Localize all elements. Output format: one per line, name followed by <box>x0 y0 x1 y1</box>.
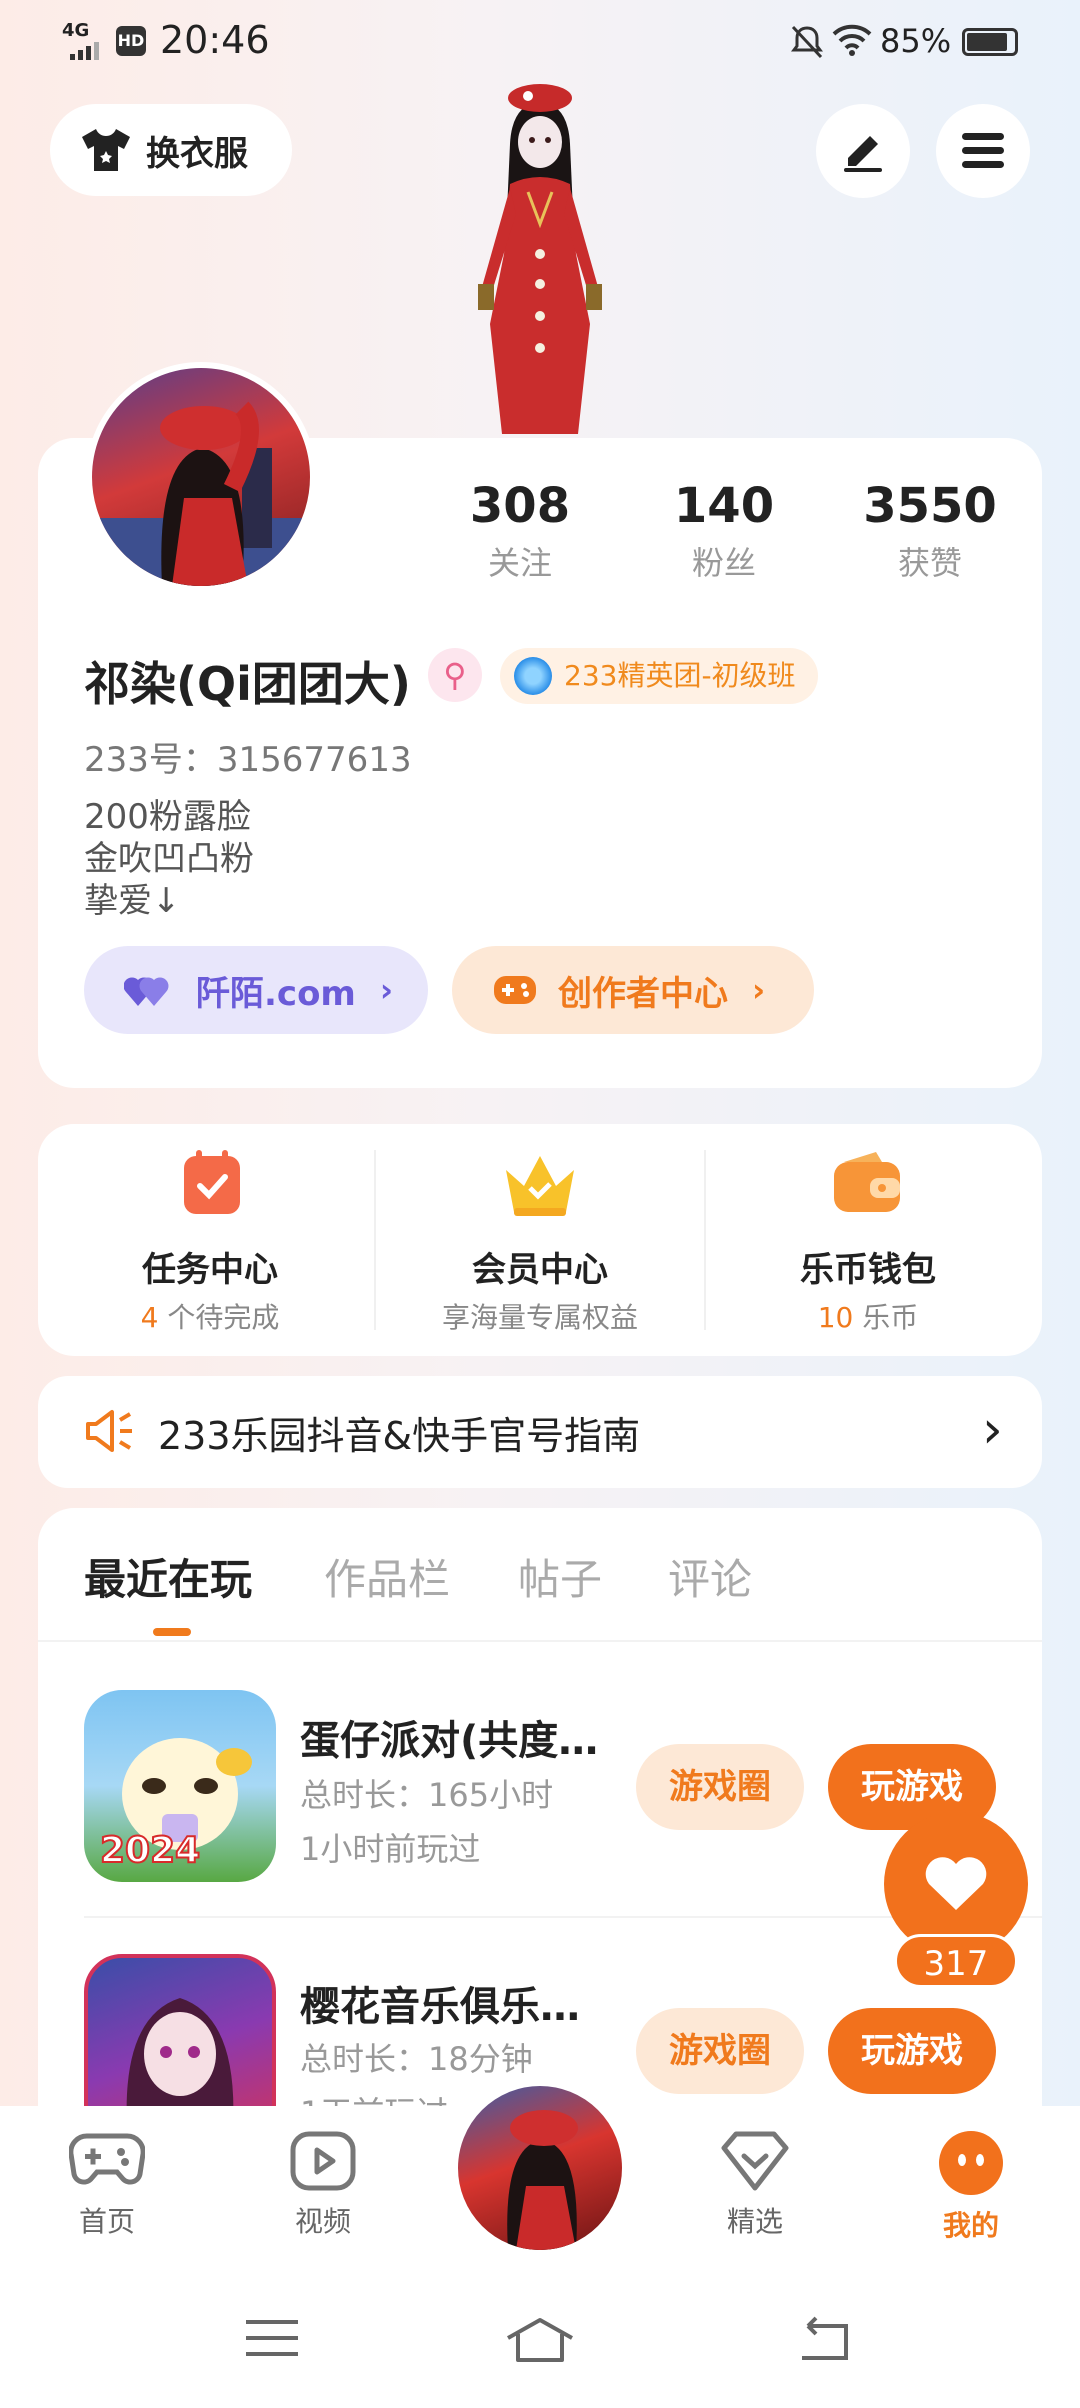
tab-indicator <box>153 1628 191 1636</box>
heart-icon <box>925 1857 987 1910</box>
task-sub-label: 个待完成 <box>167 1301 280 1334</box>
calendar-check-icon <box>184 1150 240 1214</box>
clock: 20:46 <box>160 18 270 62</box>
system-home-icon[interactable] <box>504 2316 576 2364</box>
chevron-right-icon: › <box>982 1400 1003 1460</box>
likes-label: 获赞 <box>897 544 962 582</box>
vip-center-sub: 享海量专属权益 <box>441 1301 638 1334</box>
vip-center-title: 会员中心 <box>472 1250 608 1290</box>
status-bar: 4G HD 20:46 85% <box>0 0 1080 84</box>
crown-icon <box>506 1156 574 1216</box>
nav-avatar[interactable] <box>452 2080 628 2256</box>
system-back-icon[interactable] <box>794 2316 850 2364</box>
announcement-bar[interactable]: 233乐园抖音&快手官号指南 › <box>38 1376 1042 1488</box>
nav-featured[interactable]: 精选 <box>680 2130 830 2240</box>
edit-button[interactable] <box>816 104 910 198</box>
battery-icon <box>962 28 1018 56</box>
wallet-icon <box>834 1152 900 1212</box>
user-id: 233号：315677613 <box>84 740 412 780</box>
double-heart-icon <box>124 977 169 1006</box>
qianmo-label: 阡陌.com <box>196 973 356 1014</box>
mute-bell-icon <box>791 25 823 59</box>
gender-female-icon: ⚲ <box>428 648 482 702</box>
nav-home-label: 首页 <box>78 2205 135 2238</box>
nav-profile[interactable]: 我的 <box>896 2130 1046 2244</box>
game-icon-eggy[interactable]: 2024 <box>84 1690 276 1882</box>
coin-unit: 乐币 <box>862 1301 919 1334</box>
tab-comments[interactable]: 评论 <box>668 1546 752 1607</box>
video-icon <box>290 2131 356 2191</box>
badge-label: 233精英团-初级班 <box>564 659 796 692</box>
creator-center-label: 创作者中心 <box>558 973 728 1014</box>
avatar-figure[interactable] <box>450 84 630 434</box>
nav-video-label: 视频 <box>294 2205 351 2238</box>
vip-center[interactable]: 会员中心 享海量专属权益 <box>376 1124 704 1356</box>
nav-profile-label: 我的 <box>942 2209 999 2242</box>
game-circle-button[interactable]: 游戏圈 <box>636 2008 804 2094</box>
game-last-played: 1小时前玩过 <box>300 1830 481 1868</box>
megaphone-icon <box>86 1410 132 1452</box>
wallet-sub: 10 乐币 <box>704 1296 1032 1336</box>
profile-face-icon <box>939 2131 1003 2195</box>
coin-wallet[interactable]: 乐币钱包 10 乐币 <box>704 1124 1032 1356</box>
task-center[interactable]: 任务中心 4 个待完成 <box>46 1124 374 1356</box>
nav-home[interactable]: 首页 <box>32 2130 182 2240</box>
change-outfit-button[interactable]: 换衣服 <box>50 104 292 196</box>
following-label: 关注 <box>487 544 552 582</box>
bio-line: 200粉露脸 <box>84 797 251 837</box>
heart-diamond-icon <box>721 2131 789 2191</box>
menu-button[interactable] <box>936 104 1030 198</box>
bio: 200粉露脸 金吹凹凸粉 挚爱↓ <box>84 796 254 922</box>
bio-line: 金吹凹凸粉 <box>84 839 254 879</box>
gamepad-icon <box>68 2133 146 2185</box>
tab-posts[interactable]: 帖子 <box>518 1546 602 1607</box>
game-duration: 总时长：165小时 <box>300 1776 554 1814</box>
task-center-title: 任务中心 <box>142 1250 278 1290</box>
nav-featured-label: 精选 <box>726 2205 783 2238</box>
game-circle-button[interactable]: 游戏圈 <box>636 1744 804 1830</box>
divider <box>38 1640 1042 1642</box>
coin-count: 10 <box>817 1301 854 1334</box>
system-menu-icon[interactable] <box>244 2316 300 2360</box>
hd-icon: HD <box>116 26 146 56</box>
task-center-sub: 4 个待完成 <box>46 1296 374 1336</box>
gamepad-icon <box>494 976 536 1004</box>
bio-line: 挚爱↓ <box>84 881 181 921</box>
nav-video[interactable]: 视频 <box>248 2130 398 2240</box>
fans-label: 粉丝 <box>691 544 756 582</box>
network-indicator: 4G <box>62 20 90 41</box>
elite-badge[interactable]: 233精英团-初级班 <box>500 648 818 704</box>
badge-medal-icon <box>514 657 552 695</box>
wifi-icon <box>832 24 872 56</box>
game-title: 蛋仔派对(共度… <box>300 1718 599 1764</box>
stat-likes[interactable]: 3550 获赞 <box>850 478 1010 584</box>
username: 祁染(Qi团团大) <box>84 657 411 711</box>
fans-count: 140 <box>673 478 775 534</box>
following-count: 308 <box>469 478 571 534</box>
tab-works[interactable]: 作品栏 <box>324 1546 450 1607</box>
stat-fans[interactable]: 140 粉丝 <box>644 478 804 584</box>
announcement-text: 233乐园抖音&快手官号指南 <box>158 1413 641 1458</box>
stat-following[interactable]: 308 关注 <box>440 478 600 584</box>
shirt-icon <box>82 129 130 171</box>
task-count: 4 <box>140 1301 159 1334</box>
wallet-title: 乐币钱包 <box>800 1250 936 1290</box>
change-outfit-label: 换衣服 <box>146 133 248 174</box>
play-game-button[interactable]: 玩游戏 <box>828 2008 996 2094</box>
likes-count: 3550 <box>863 478 997 534</box>
pen-icon <box>844 136 882 172</box>
game-icon-year: 2024 <box>99 1829 201 1872</box>
creator-center-button[interactable]: 创作者中心 › <box>452 946 814 1034</box>
battery-percent: 85% <box>880 22 952 60</box>
signal-icon <box>70 42 99 60</box>
hamburger-menu-icon <box>962 133 1004 168</box>
like-count: 317 <box>894 1934 1018 1988</box>
game-title: 樱花音乐俱乐… <box>300 1984 580 2030</box>
chevron-right-icon: › <box>379 971 394 1009</box>
game-duration: 总时长：18分钟 <box>300 2040 533 2078</box>
tab-recent[interactable]: 最近在玩 <box>84 1546 252 1607</box>
profile-avatar[interactable] <box>86 362 316 592</box>
qianmo-link-button[interactable]: 阡陌.com › <box>84 946 428 1034</box>
chevron-right-icon: › <box>752 971 766 1009</box>
